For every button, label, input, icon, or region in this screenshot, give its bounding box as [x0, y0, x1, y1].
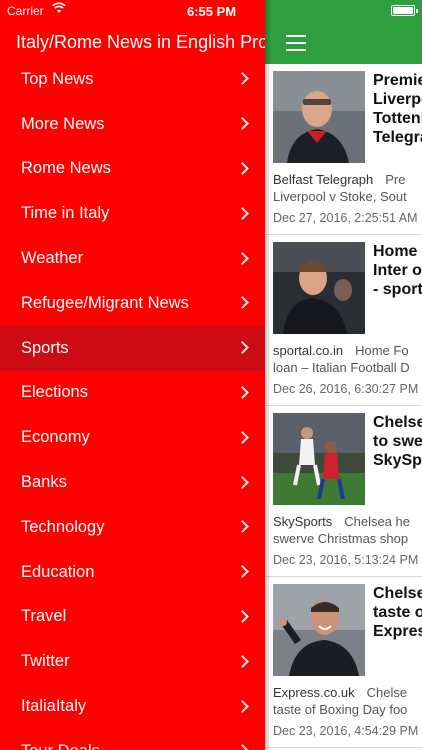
drawer-menu: Top News More News Rome News Time in Ita…: [0, 57, 265, 750]
article-snippet-continued: Liverpool v Stoke, Sout: [273, 189, 407, 204]
menu-item-travel[interactable]: Travel: [0, 595, 265, 640]
hamburger-menu-icon[interactable]: [286, 35, 306, 51]
menu-item-italiaitaly[interactable]: ItaliaItaly: [0, 684, 265, 729]
article-snippet: Chelsea he: [344, 514, 411, 529]
article-source: SkySports: [273, 514, 333, 529]
drawer-title: Italy/Rome News in English Pro: [16, 32, 265, 52]
menu-item-label: Time in Italy: [21, 204, 110, 223]
article-date: Dec 27, 2016, 2:25:51 AM: [273, 211, 418, 225]
article-thumbnail: [273, 413, 365, 505]
menu-item-technology[interactable]: Technology: [0, 505, 265, 550]
chevron-right-icon: [236, 744, 249, 750]
menu-item-rome-news[interactable]: Rome News: [0, 147, 265, 192]
article-thumbnail: [273, 71, 365, 163]
menu-item-tour-deals[interactable]: Tour Deals: [0, 729, 265, 750]
menu-item-education[interactable]: Education: [0, 550, 265, 595]
chevron-right-icon: [236, 610, 249, 623]
menu-item-label: Banks: [21, 473, 67, 492]
chevron-right-icon: [236, 520, 249, 534]
menu-item-time-in-italy[interactable]: Time in Italy: [0, 191, 265, 236]
article-source-line: Express.co.uk Chelse: [273, 684, 422, 701]
menu-item-label: Elections: [21, 383, 88, 402]
menu-item-label: Weather: [21, 249, 84, 268]
article-date: Dec 23, 2016, 5:13:24 PM: [273, 553, 419, 567]
chevron-right-icon: [236, 699, 249, 713]
chevron-right-icon: [236, 206, 249, 220]
chevron-right-icon: [236, 162, 249, 175]
article-snippet-continued: swerve Christmas shop: [273, 531, 409, 546]
menu-item-label: Top News: [21, 69, 94, 88]
news-card[interactable]: Chelse taste o Expres Express.co.uk Chels…: [265, 577, 422, 748]
menu-item-banks[interactable]: Banks: [0, 460, 265, 505]
chevron-right-icon: [236, 251, 249, 265]
menu-item-label: ItaliaItaly: [21, 697, 87, 716]
menu-item-label: Rome News: [21, 159, 111, 178]
chevron-right-icon: [236, 386, 249, 399]
article-source-line: SkySports Chelsea he: [273, 513, 422, 530]
article-snippet-continued: loan – Italian Football D: [273, 360, 410, 375]
article-source: sportal.co.in: [273, 343, 344, 358]
menu-item-label: Refugee/Migrant News: [21, 293, 189, 312]
article-date: Dec 23, 2016, 4:54:29 PM: [273, 724, 419, 738]
article-headline: Chelse taste o Expres: [373, 585, 422, 640]
menu-item-label: Sports: [21, 338, 69, 357]
article-thumbnail: [273, 584, 365, 676]
app-bar: [265, 0, 422, 64]
menu-item-elections[interactable]: Elections: [0, 371, 265, 416]
article-snippet: Chelse: [366, 685, 408, 700]
menu-item-twitter[interactable]: Twitter: [0, 639, 265, 684]
article-source: Belfast Telegraph: [273, 172, 374, 187]
news-card[interactable]: Premie Liverpo Tottenh Telegra Belfast T…: [265, 64, 422, 235]
chevron-right-icon: [236, 430, 249, 444]
chevron-right-icon: [236, 654, 249, 668]
article-source: Express.co.uk: [273, 685, 355, 700]
menu-item-label: Twitter: [21, 652, 70, 671]
article-source-line: Belfast Telegraph Pre: [273, 171, 422, 188]
menu-item-label: Travel: [21, 607, 67, 626]
menu-item-more-news[interactable]: More News: [0, 102, 265, 147]
chevron-right-icon: [236, 565, 249, 579]
article-snippet: Pre: [385, 172, 406, 187]
menu-item-top-news[interactable]: Top News: [0, 57, 265, 102]
menu-item-refugee-migrant-news[interactable]: Refugee/Migrant News: [0, 281, 265, 326]
article-thumbnail: [273, 242, 365, 334]
article-snippet-continued: taste of Boxing Day foo: [273, 702, 408, 717]
chevron-right-icon: [236, 117, 249, 131]
news-card[interactable]: Chelse to swer SkySpo SkySports Chelsea h…: [265, 406, 422, 577]
article-date: Dec 26, 2016, 6:30:27 PM: [273, 382, 419, 396]
menu-item-label: Economy: [21, 428, 90, 447]
article-headline: Premie Liverpo Tottenh Telegra: [373, 72, 422, 146]
chevron-right-icon: [236, 341, 249, 355]
article-headline: Chelse to swer SkySpo: [373, 414, 422, 469]
menu-item-sports[interactable]: Sports: [0, 325, 265, 371]
article-source-line: sportal.co.in Home Fo: [273, 342, 422, 359]
menu-item-label: More News: [21, 114, 105, 133]
chevron-right-icon: [236, 475, 249, 489]
menu-item-label: Education: [21, 562, 95, 581]
news-feed: Premie Liverpo Tottenh Telegra Belfast T…: [265, 64, 422, 748]
chevron-right-icon: [236, 72, 249, 86]
news-card[interactable]: Home F Inter on - sportal sportal.co.in H…: [265, 235, 422, 406]
article-headline: Home F Inter on - sportal: [373, 243, 422, 298]
menu-item-label: Technology: [21, 517, 105, 536]
chevron-right-icon: [236, 296, 249, 310]
menu-item-label: Tour Deals: [21, 742, 100, 750]
menu-item-economy[interactable]: Economy: [0, 415, 265, 460]
navigation-drawer: Italy/Rome News in English Pro Top News …: [0, 0, 265, 750]
article-snippet: Home Fo: [355, 343, 409, 358]
menu-item-weather[interactable]: Weather: [0, 236, 265, 281]
main-content: Premie Liverpo Tottenh Telegra Belfast T…: [265, 0, 422, 750]
